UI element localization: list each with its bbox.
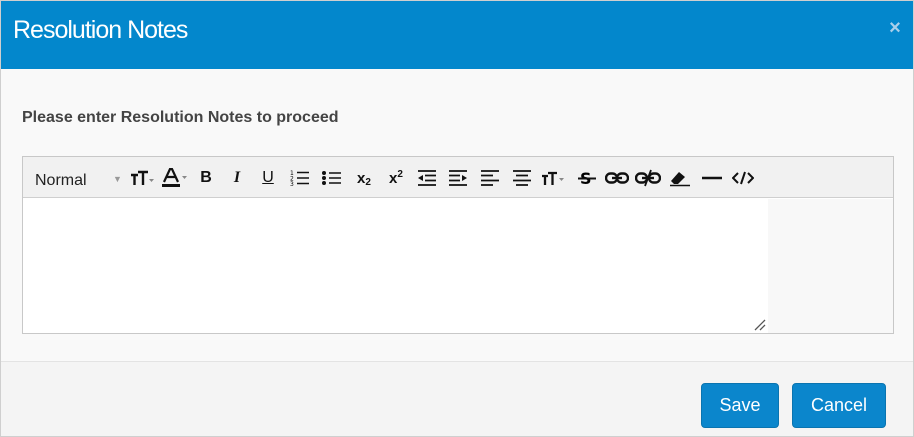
line-height-icon[interactable] <box>541 167 565 189</box>
format-select[interactable]: Normal <box>35 172 87 190</box>
chevron-down-icon: ▼ <box>113 174 122 184</box>
prompt-text: Please enter Resolution Notes to proceed <box>22 109 339 126</box>
subscript-digit: 2 <box>365 176 371 188</box>
resize-handle-icon[interactable] <box>752 317 766 331</box>
resolution-notes-textarea[interactable] <box>23 199 768 333</box>
font-size-icon[interactable] <box>130 167 154 189</box>
editor-toolbar: Normal ▼ B I U 123 x 2 x 2 <box>23 157 893 198</box>
subscript-icon[interactable]: x2 <box>353 167 375 189</box>
resolution-notes-dialog: Resolution Notes × Please enter Resoluti… <box>0 0 914 437</box>
ordered-list-icon[interactable]: 123 <box>289 167 311 189</box>
unordered-list-icon[interactable] <box>321 167 343 189</box>
link-icon[interactable] <box>605 167 629 189</box>
italic-icon[interactable]: I <box>226 167 248 189</box>
rich-text-editor: Normal ▼ B I U 123 x 2 x 2 <box>22 156 894 334</box>
align-center-icon[interactable] <box>511 167 533 189</box>
bold-icon[interactable]: B <box>195 167 217 189</box>
strikethrough-icon[interactable]: S <box>576 167 598 189</box>
editor-gutter <box>768 199 893 333</box>
dialog-body: Please enter Resolution Notes to proceed… <box>1 69 913 361</box>
font-color-icon[interactable] <box>162 167 188 189</box>
clear-format-icon[interactable] <box>669 167 691 189</box>
underline-label: U <box>262 169 274 186</box>
superscript-label: x <box>389 169 398 187</box>
bold-label: B <box>200 169 212 186</box>
superscript-icon[interactable]: x2 <box>385 167 407 189</box>
close-icon[interactable]: × <box>885 18 905 38</box>
cancel-button[interactable]: Cancel <box>792 383 886 428</box>
subscript-label: x <box>357 169 366 187</box>
indent-icon[interactable] <box>447 167 469 189</box>
horizontal-rule-icon[interactable] <box>701 167 723 189</box>
unlink-icon[interactable] <box>635 167 661 189</box>
outdent-icon[interactable] <box>416 167 438 189</box>
save-button[interactable]: Save <box>701 383 779 428</box>
code-view-icon[interactable] <box>732 167 754 189</box>
svg-text:3: 3 <box>290 181 294 187</box>
dialog-title: Resolution Notes <box>13 16 188 44</box>
align-left-icon[interactable] <box>479 167 501 189</box>
italic-label: I <box>233 169 241 186</box>
dialog-header: Resolution Notes × <box>1 1 913 69</box>
superscript-digit: 2 <box>397 168 403 180</box>
underline-icon[interactable]: U <box>257 167 279 189</box>
dialog-footer: Save Cancel <box>1 361 913 436</box>
